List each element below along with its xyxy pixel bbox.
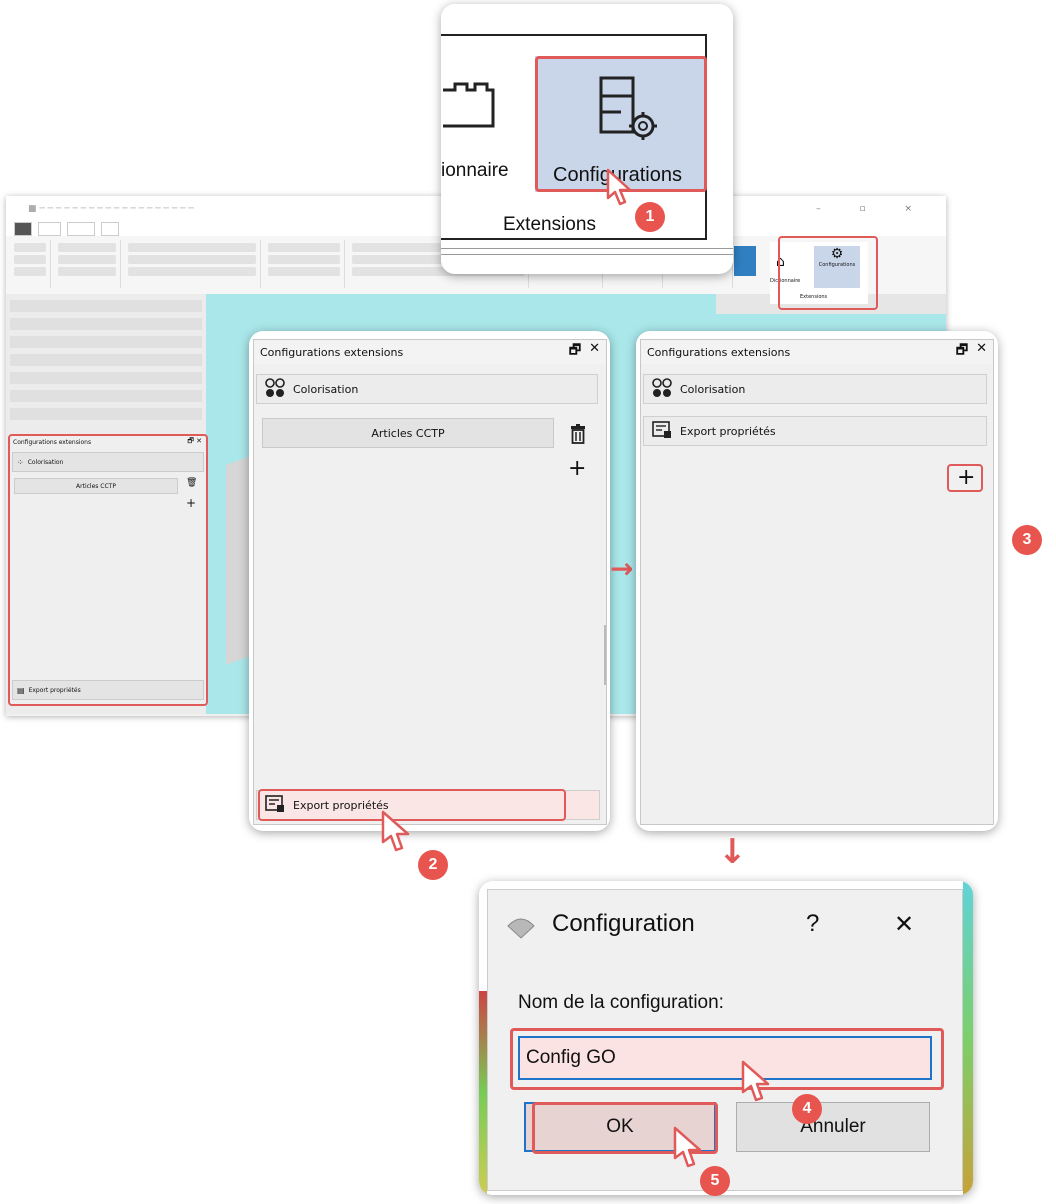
export-proprietes-label: Export propriétés <box>680 424 776 438</box>
panel-title: Configurations extensions <box>260 345 404 359</box>
cursor-icon <box>673 1126 702 1168</box>
configuration-dialog: Configuration ? ✕ Nom de la configuratio… <box>487 889 963 1191</box>
add-icon[interactable]: + <box>568 458 586 480</box>
cursor-icon <box>606 168 632 206</box>
extensions-group-label: Extensions <box>501 214 598 236</box>
configurations-extensions-panel: Configurations extensions 🗗 ✕ Colorisati… <box>253 339 607 825</box>
mini-panel-highlight <box>8 434 208 706</box>
menu-tab-4[interactable] <box>100 222 120 236</box>
ribbon-group <box>124 240 261 288</box>
add-highlight: + <box>947 464 983 492</box>
window-controls[interactable]: – ▫ × <box>816 204 930 214</box>
ribbon-frame-bottom <box>441 238 707 240</box>
app-title-text: ■ ─ ─ ─ ─ ─ ─ ─ ─ ─ ─ ─ ─ ─ ─ ─ ─ ─ ─ ─ <box>28 204 194 214</box>
configurations-extensions-panel: Configurations extensions 🗗 ✕ Colorisati… <box>640 339 994 825</box>
cursor-icon <box>381 810 410 852</box>
dialog-title: Configuration <box>552 910 695 937</box>
dialog-card: Configuration ? ✕ Nom de la configuratio… <box>479 881 973 1195</box>
ribbon-divider <box>441 248 733 249</box>
ribbon-divider <box>441 254 733 255</box>
colorisation-button[interactable]: Colorisation <box>256 374 598 404</box>
cancel-button[interactable]: Annuler <box>736 1102 930 1152</box>
add-icon[interactable]: + <box>957 467 975 489</box>
step-badge-2: 2 <box>418 850 448 880</box>
panel-title: Configurations extensions <box>647 345 791 359</box>
app-logo-icon <box>507 918 535 939</box>
menu-tab-3[interactable] <box>67 222 95 236</box>
ribbon-group <box>264 240 345 288</box>
panel-header: Configurations extensions 🗗 ✕ <box>641 340 993 364</box>
colorisation-icon <box>652 377 672 401</box>
close-button[interactable]: ✕ <box>894 910 914 939</box>
export-icon <box>652 420 672 442</box>
export-highlight <box>258 789 566 821</box>
panel-header: Configurations extensions 🗗 ✕ <box>254 340 606 364</box>
colorisation-button[interactable]: Colorisation <box>643 374 987 404</box>
close-icon[interactable]: ✕ <box>589 341 600 363</box>
mini-ribbon-highlight <box>778 236 878 310</box>
arrow-down-icon: ↓ <box>718 832 747 872</box>
colorisation-label: Colorisation <box>293 382 359 396</box>
articles-cctp-label: Articles CCTP <box>371 426 445 440</box>
left-panel-card: Configurations extensions 🗗 ✕ Colorisati… <box>249 331 610 831</box>
arrow-right-icon: → <box>610 552 634 585</box>
cursor-icon <box>741 1060 770 1102</box>
right-panel-card: Configurations extensions 🗗 ✕ Colorisati… <box>636 331 998 831</box>
export-proprietes-button[interactable]: Export propriétés <box>643 416 987 446</box>
ribbon-group <box>10 240 51 288</box>
dictionary-icon <box>443 82 495 128</box>
background-strip <box>479 991 487 1195</box>
step-badge-5: 5 <box>700 1166 730 1196</box>
step-badge-1: 1 <box>635 202 665 232</box>
menu-tab-2[interactable] <box>38 222 62 236</box>
app-thumbnail-icon <box>734 246 756 276</box>
close-icon[interactable]: ✕ <box>976 341 987 363</box>
trash-icon[interactable] <box>570 424 586 444</box>
restore-icon[interactable]: 🗗 <box>569 341 581 363</box>
ribbon-zoom-card: ionnaire Configurations Extensions 1 <box>441 4 733 274</box>
background-strip <box>963 881 973 1195</box>
menu-tab-1[interactable] <box>14 222 33 236</box>
dictionary-label: ionnaire <box>441 160 509 181</box>
ribbon-frame-top <box>441 34 707 36</box>
config-name-label: Nom de la configuration: <box>518 992 724 1013</box>
scrollbar[interactable] <box>604 625 606 685</box>
restore-icon[interactable]: 🗗 <box>956 341 968 363</box>
step-badge-3: 3 <box>1012 525 1042 555</box>
step-badge-4: 4 <box>792 1094 822 1124</box>
ribbon-group <box>54 240 121 288</box>
input-highlight <box>510 1028 944 1090</box>
help-button[interactable]: ? <box>806 910 819 938</box>
colorisation-label: Colorisation <box>680 382 746 396</box>
articles-cctp-button[interactable]: Articles CCTP <box>262 418 554 448</box>
colorisation-icon <box>265 377 285 401</box>
